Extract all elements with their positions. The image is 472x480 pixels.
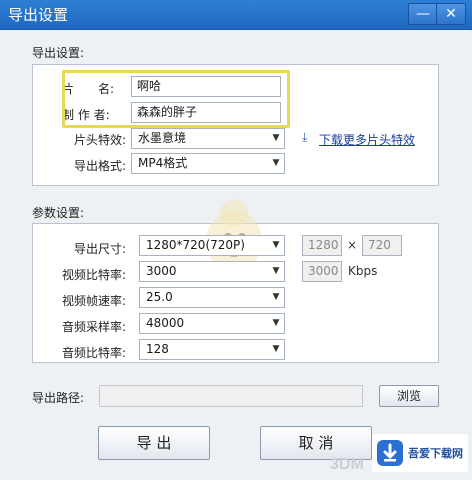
window-title: 导出设置	[8, 6, 69, 24]
cancel-button-label: 取 消	[298, 434, 334, 452]
chevron-down-icon: ▼	[272, 344, 280, 354]
bitrate-unit: Kbps	[348, 264, 378, 278]
audio-bitrate-value: 128	[146, 342, 169, 356]
download-icon: ⤓	[302, 130, 308, 144]
minimize-button[interactable]: —	[408, 3, 438, 25]
logo-text: 吾爱下载网	[408, 447, 463, 460]
framerate-select[interactable]: 25.0 ▼	[139, 287, 285, 308]
size-select[interactable]: 1280*720(720P) ▼	[139, 235, 285, 256]
format-label: 导出格式:	[73, 159, 126, 173]
download-more-effects-link[interactable]: 下载更多片头特效	[319, 131, 415, 148]
cancel-button[interactable]: 取 消	[260, 426, 372, 460]
chevron-down-icon: ▼	[272, 158, 280, 168]
framerate-value: 25.0	[146, 290, 173, 304]
size-value: 1280*720(720P)	[146, 238, 245, 252]
browse-button-label: 浏览	[396, 389, 421, 403]
author-label: 制 作 者:	[62, 108, 110, 122]
video-bitrate-select[interactable]: 3000 ▼	[139, 261, 285, 282]
intro-effect-label: 片头特效:	[73, 133, 126, 147]
close-button[interactable]: ✕	[436, 3, 466, 25]
close-icon: ✕	[445, 6, 457, 22]
height-field[interactable]: 720	[362, 235, 402, 256]
samplerate-label: 音频采样率:	[61, 320, 126, 334]
times-sign: ×	[347, 238, 358, 252]
export-button-label: 导 出	[136, 434, 172, 452]
intro-effect-value: 水墨意境	[138, 131, 187, 145]
size-label: 导出尺寸:	[73, 242, 126, 256]
intro-effect-select[interactable]: 水墨意境 ▼	[131, 128, 285, 149]
video-bitrate-value: 3000	[146, 264, 177, 278]
title-field[interactable]: 啊哈	[131, 76, 281, 97]
title-bar: 导出设置	[0, 0, 472, 30]
chevron-down-icon: ▼	[272, 318, 280, 328]
title-label: 片 名:	[62, 82, 115, 96]
video-bitrate-label: 视频比特率:	[61, 268, 126, 282]
format-value: MP4格式	[138, 156, 188, 170]
minimize-icon: —	[416, 6, 430, 22]
framerate-label: 视频帧速率:	[61, 294, 126, 308]
width-field[interactable]: 1280	[302, 235, 342, 256]
chevron-down-icon: ▼	[272, 240, 280, 250]
video-bitrate-custom-field[interactable]: 3000	[302, 261, 342, 282]
export-button[interactable]: 导 出	[98, 426, 210, 460]
format-select[interactable]: MP4格式 ▼	[131, 153, 285, 174]
author-field[interactable]: 森森的胖子	[131, 102, 281, 123]
browse-button[interactable]: 浏览	[379, 385, 439, 407]
chevron-down-icon: ▼	[272, 133, 280, 143]
download-site-logo: 吾爱下载网	[372, 434, 468, 472]
audio-bitrate-select[interactable]: 128 ▼	[139, 339, 285, 360]
params-heading: 参数设置:	[32, 206, 85, 220]
site-watermark: 3DM	[330, 456, 364, 473]
export-settings-heading: 导出设置:	[32, 46, 85, 60]
audio-bitrate-label: 音频比特率:	[61, 346, 126, 360]
samplerate-value: 48000	[146, 316, 185, 330]
samplerate-select[interactable]: 48000 ▼	[139, 313, 285, 334]
export-path-label: 导出路径:	[32, 391, 85, 405]
logo-icon	[377, 440, 403, 466]
chevron-down-icon: ▼	[272, 266, 280, 276]
export-path-field[interactable]	[99, 385, 363, 407]
chevron-down-icon: ▼	[272, 292, 280, 302]
